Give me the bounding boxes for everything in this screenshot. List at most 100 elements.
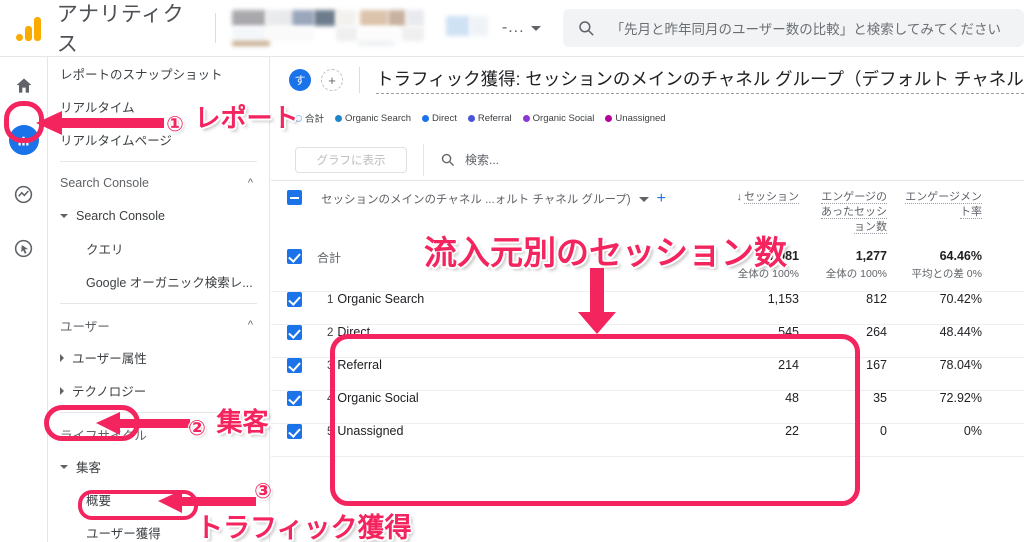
table-row[interactable]: 5 Unassigned 22 0 0% bbox=[271, 423, 1024, 456]
metric-header-truncated[interactable] bbox=[994, 181, 1024, 241]
totals-subvalue: 平均との差 0% bbox=[911, 267, 983, 280]
table-row[interactable]: 3 Referral 214 167 78.04% bbox=[271, 357, 1024, 390]
rail-item-reports[interactable] bbox=[7, 123, 41, 157]
table-row[interactable]: 4 Organic Social 48 35 72.92% bbox=[271, 390, 1024, 423]
row-truncated-cell bbox=[994, 291, 1024, 324]
row-checkbox-cell[interactable] bbox=[271, 324, 317, 357]
checkbox-checked-icon[interactable] bbox=[287, 324, 302, 340]
sidebar-item-label: Google オーガニック検索レ... bbox=[86, 276, 253, 290]
totals-subvalue: 全体の 100% bbox=[737, 267, 799, 280]
dimension-header-cell[interactable]: セッションのメインのチャネル ...ォルト チャネル グループ) + bbox=[317, 181, 723, 241]
sidebar-group-search-console[interactable]: Search Console bbox=[48, 199, 269, 232]
top-bar: アナリティクス -... 「先月と昨年同月のユーザー数の比較」と検索してみてくだ… bbox=[0, 0, 1024, 57]
sidebar-divider bbox=[60, 412, 257, 413]
totals-value: 1,277 bbox=[855, 248, 887, 263]
checkbox-checked-icon[interactable] bbox=[287, 248, 302, 264]
add-user-icon[interactable]: + bbox=[321, 69, 343, 91]
row-engaged-sessions: 264 bbox=[866, 324, 887, 339]
metric-header-sessions[interactable]: ↓ セッション bbox=[723, 181, 811, 241]
sidebar-divider bbox=[60, 303, 257, 304]
totals-value: 1,981 bbox=[767, 248, 799, 263]
row-name: Direct bbox=[337, 324, 371, 339]
row-checkbox-cell[interactable] bbox=[271, 291, 317, 324]
triangle-down-icon bbox=[60, 213, 68, 218]
checkbox-checked-icon[interactable] bbox=[287, 357, 302, 373]
sidebar-item-label: リアルタイム bbox=[60, 101, 135, 115]
row-checkbox-cell[interactable] bbox=[271, 390, 317, 423]
account-menu[interactable]: -... bbox=[502, 19, 541, 37]
reports-active-indicator bbox=[8, 125, 39, 155]
show-in-chart-button[interactable]: グラフに表示 bbox=[295, 146, 407, 173]
sidebar-group-demographics[interactable]: ユーザー属性 bbox=[48, 341, 269, 374]
global-search-bar[interactable]: 「先月と昨年同月のユーザー数の比較」と検索してみてください bbox=[562, 9, 1024, 47]
chevron-up-icon: ^ bbox=[247, 319, 253, 331]
checkbox-checked-icon[interactable] bbox=[287, 390, 302, 406]
sidebar-group-technology[interactable]: テクノロジー bbox=[48, 374, 269, 407]
sidebar-item-label: ユーザー獲得 bbox=[86, 527, 161, 541]
row-checkbox-cell[interactable] bbox=[271, 357, 317, 390]
legend-dot-icon bbox=[522, 114, 530, 122]
sidebar-item-label: ユーザー属性 bbox=[72, 352, 147, 366]
legend-item[interactable]: Direct bbox=[422, 113, 457, 124]
metric-header-engagement-rate[interactable]: エンゲージメント率 bbox=[899, 181, 994, 241]
sidebar-item-user-acquisition[interactable]: ユーザー獲得 bbox=[48, 516, 269, 542]
metric-header-engaged-sessions[interactable]: エンゲージのあったセッション数 bbox=[811, 181, 899, 241]
sidebar-item-report-snapshot[interactable]: レポートのスナップショット bbox=[48, 57, 269, 90]
sidebar-item-realtime[interactable]: リアルタイム bbox=[48, 90, 269, 123]
secondary-property-blurred[interactable] bbox=[445, 11, 488, 45]
row-dimension-cell: 5 Unassigned bbox=[317, 423, 723, 456]
main-content: す + トラフィック獲得: セッションのメインのチャネル グループ（デフォルト … bbox=[271, 57, 1024, 542]
toolbar-divider bbox=[423, 143, 424, 176]
dimension-header-label: セッションのメインのチャネル ...ォルト チャネル グループ) bbox=[321, 194, 631, 206]
sidebar-item-label: 概要 bbox=[86, 494, 112, 508]
table-row[interactable]: 1 Organic Search 1,153 812 70.42% bbox=[271, 291, 1024, 324]
row-engaged-sessions: 812 bbox=[866, 291, 887, 306]
sidebar-item-label: 集客 bbox=[76, 461, 102, 475]
legend-label: 合計 bbox=[305, 114, 325, 125]
sidebar-group-acquisition[interactable]: 集客 bbox=[48, 450, 269, 483]
table-search[interactable]: 検索... bbox=[440, 151, 499, 168]
table-toolbar: グラフに表示 検索... bbox=[271, 139, 1024, 181]
header-divider bbox=[359, 67, 360, 93]
sidebar-divider bbox=[60, 161, 257, 162]
legend-item[interactable]: 合計 bbox=[295, 111, 324, 125]
row-engagement-rate: 70.42% bbox=[939, 291, 982, 306]
legend-item[interactable]: Referral bbox=[467, 113, 512, 124]
checkbox-checked-icon[interactable] bbox=[287, 423, 302, 439]
rail-item-advertising[interactable] bbox=[7, 231, 41, 265]
left-icon-rail bbox=[0, 57, 48, 542]
indeterminate-checkbox-icon[interactable] bbox=[287, 190, 302, 205]
row-truncated-cell bbox=[994, 390, 1024, 423]
sidebar-item-overview[interactable]: 概要 bbox=[48, 483, 269, 516]
legend-item[interactable]: Unassigned bbox=[605, 113, 666, 124]
row-dimension-cell: 1 Organic Search bbox=[317, 291, 723, 324]
sidebar-item-realtime-page[interactable]: リアルタイムページ bbox=[48, 123, 269, 156]
totals-checkbox-cell[interactable] bbox=[271, 241, 317, 292]
search-icon bbox=[578, 21, 594, 36]
table-search-placeholder: 検索... bbox=[465, 153, 500, 167]
search-icon bbox=[441, 153, 454, 166]
chevron-down-icon[interactable] bbox=[638, 196, 649, 202]
row-sessions: 214 bbox=[778, 357, 799, 372]
property-selector-blurred[interactable] bbox=[231, 8, 424, 48]
legend-label: Direct bbox=[432, 112, 457, 124]
checkbox-checked-icon[interactable] bbox=[287, 291, 302, 307]
sidebar-section-user[interactable]: ユーザー ^ bbox=[48, 309, 269, 341]
sidebar-section-label: ユーザー bbox=[60, 319, 110, 334]
legend-item[interactable]: Organic Social bbox=[522, 113, 594, 124]
sidebar-section-lifecycle[interactable]: ライフサイクル ^ bbox=[48, 418, 269, 450]
rail-item-home[interactable] bbox=[7, 69, 41, 103]
analytics-traffic-acquisition-screen: アナリティクス -... 「先月と昨年同月のユーザー数の比較」と検索してみてくだ… bbox=[0, 0, 1024, 542]
sidebar-item-google-organic-search[interactable]: Google オーガニック検索レ... bbox=[48, 265, 269, 298]
sidebar-item-label: レポートのスナップショット bbox=[60, 68, 223, 82]
rail-item-explore[interactable] bbox=[7, 177, 41, 211]
sidebar-item-queries[interactable]: クエリ bbox=[48, 232, 269, 265]
select-all-cell[interactable] bbox=[271, 181, 317, 241]
row-checkbox-cell[interactable] bbox=[271, 423, 317, 456]
sidebar-section-search-console[interactable]: Search Console ^ bbox=[48, 167, 269, 199]
plus-icon[interactable]: + bbox=[657, 190, 666, 208]
legend-item[interactable]: Organic Search bbox=[335, 113, 411, 124]
avatar[interactable]: す bbox=[289, 69, 311, 91]
table-row[interactable]: 2 Direct 545 264 48.44% bbox=[271, 324, 1024, 357]
sidebar-section-label: Search Console bbox=[60, 176, 149, 190]
